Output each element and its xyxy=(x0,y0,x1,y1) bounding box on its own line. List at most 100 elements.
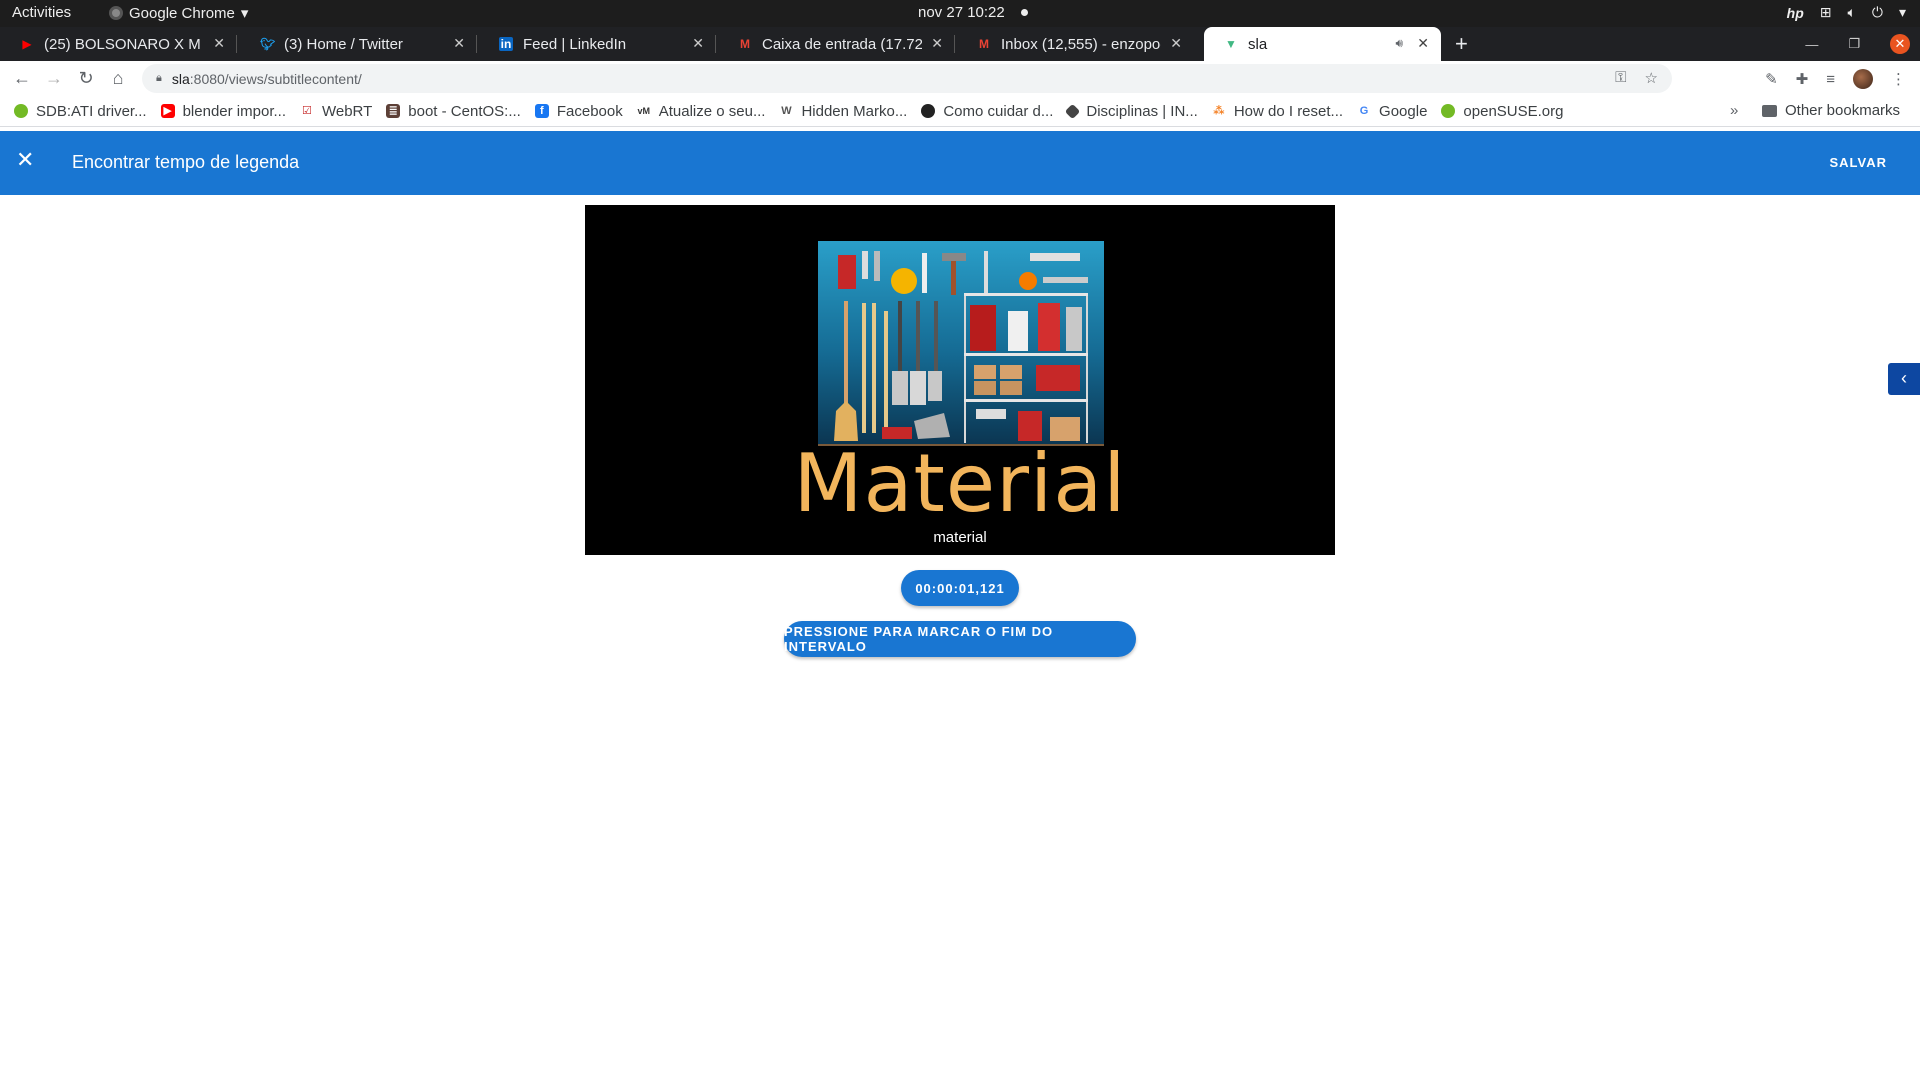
network-icon: ⊞ xyxy=(1819,4,1832,20)
bookmark-item[interactable]: vM Atualize o seu... xyxy=(637,102,766,120)
bookmark-label: openSUSE.org xyxy=(1463,102,1564,120)
new-tab-button[interactable]: + xyxy=(1455,31,1468,57)
app-menu[interactable]: Google Chrome ▾ xyxy=(109,4,248,22)
close-tab-icon[interactable]: ✕ xyxy=(931,35,943,52)
tab-title: Inbox (12,555) - enzopoet xyxy=(1001,35,1161,53)
page-title: Encontrar tempo de legenda xyxy=(72,152,300,172)
bookmark-item[interactable]: W Hidden Marko... xyxy=(779,103,907,120)
bookmarks-bar: SDB:ATI driver... ▶ blender impor... ☑ Web… xyxy=(0,96,1920,127)
bookmark-label: boot - CentOS:... xyxy=(408,102,521,120)
hp-icon: hp xyxy=(1786,4,1804,21)
bookmark-label: Disciplinas | IN... xyxy=(1086,102,1198,120)
stackexchange-icon: ⁂ xyxy=(1213,105,1225,117)
bookmark-item[interactable]: G Google xyxy=(1357,102,1428,120)
bookmark-item[interactable]: Disciplinas | IN... xyxy=(1065,102,1198,120)
close-tab-icon[interactable]: ✕ xyxy=(1170,35,1182,52)
forward-icon[interactable]: → xyxy=(38,68,70,89)
bookmark-item[interactable]: ☑ WebRT xyxy=(300,103,372,120)
browser-tab[interactable]: ▶ (25) BOLSONARO X M ✕ xyxy=(0,27,237,61)
address-bar[interactable]: 🔒︎ sla:8080/views/subtitlecontent/ ⚿ ☆ xyxy=(142,64,1672,93)
opensuse-icon xyxy=(14,104,28,118)
bookmark-item[interactable]: ≣ boot - CentOS:... xyxy=(386,103,521,120)
gmail-icon: M xyxy=(979,37,989,51)
tab-separator xyxy=(476,35,477,53)
vmware-icon: vM xyxy=(637,106,650,116)
bookmark-label: Atualize o seu... xyxy=(658,102,766,120)
chevron-left-icon[interactable]: ‹ xyxy=(1888,363,1920,395)
system-tray[interactable]: hp ⊞ 🔈︎ ⏻ ▾ xyxy=(1787,4,1906,21)
other-bookmarks[interactable]: Other bookmarks xyxy=(1762,102,1900,119)
tab-separator xyxy=(715,35,716,53)
window-controls: — ❐ ✕ xyxy=(1805,27,1920,61)
audio-playing-icon[interactable]: 🔊︎ xyxy=(1395,36,1403,51)
opensuse-icon xyxy=(1441,104,1456,118)
bookmark-item[interactable]: ⁂ How do I reset... xyxy=(1212,103,1343,120)
extensions-area: ✎ ✚ ≡ ⋮ xyxy=(1765,69,1906,89)
wikipedia-icon: W xyxy=(781,105,792,117)
bookmark-star-icon[interactable]: ☆ xyxy=(1645,69,1658,87)
bookmark-label: blender impor... xyxy=(182,102,286,120)
app-name: Google Chrome xyxy=(129,4,235,22)
home-icon[interactable]: ⌂ xyxy=(102,68,134,89)
bookmark-item[interactable]: ▶ blender impor... xyxy=(160,102,286,120)
video-title-word: Material xyxy=(793,437,1127,530)
url-host: sla xyxy=(171,70,190,87)
centos-icon: ≣ xyxy=(386,104,401,118)
key-icon[interactable]: ⚿ xyxy=(1615,69,1626,87)
tray-menu-arrow-icon: ▾ xyxy=(1898,4,1906,20)
mark-interval-end-button[interactable]: PRESSIONE PARA MARCAR O FIM DO INTERVALO xyxy=(784,621,1136,657)
app-toolbar: ✕ Encontrar tempo de legenda SALVAR xyxy=(0,131,1920,195)
window-close-icon[interactable]: ✕ xyxy=(1890,34,1910,54)
profile-avatar[interactable] xyxy=(1853,69,1873,89)
bookmark-label: SDB:ATI driver... xyxy=(36,102,147,120)
system-top-bar: Activities Google Chrome ▾ nov 27 10:22 … xyxy=(0,0,1920,27)
close-tab-icon[interactable]: ✕ xyxy=(213,35,225,52)
tab-separator xyxy=(954,35,955,53)
restore-icon[interactable]: ❐ xyxy=(1848,36,1860,52)
extension-icon[interactable]: ✎ xyxy=(1765,70,1778,88)
tools-illustration xyxy=(818,241,1104,446)
reload-icon[interactable]: ↻ xyxy=(70,68,102,89)
power-icon: ⏻ xyxy=(1871,4,1883,20)
bookmark-label: Google xyxy=(1379,102,1428,120)
youtube-icon: ▶ xyxy=(22,37,32,51)
save-button[interactable]: SALVAR xyxy=(1829,155,1887,170)
browser-tab[interactable]: 🐦︎ (3) Home / Twitter ✕ xyxy=(240,27,477,61)
puzzle-icon[interactable]: ✚ xyxy=(1796,70,1809,88)
minimize-icon[interactable]: — xyxy=(1805,37,1818,52)
url-path: :8080/views/subtitlecontent/ xyxy=(189,70,362,87)
tab-title: sla xyxy=(1248,35,1268,53)
close-tab-icon[interactable]: ✕ xyxy=(1417,35,1429,52)
bookmark-item[interactable]: f Facebook xyxy=(534,103,623,120)
lock-icon[interactable]: 🔒︎ xyxy=(156,72,162,85)
video-player[interactable]: Material material xyxy=(585,205,1335,555)
browser-tab-active[interactable]: ▼ sla 🔊︎ ✕ xyxy=(1204,27,1441,61)
media-controls-icon[interactable]: ≡ xyxy=(1826,71,1835,88)
more-bookmarks-icon[interactable]: » xyxy=(1730,102,1738,119)
close-tab-icon[interactable]: ✕ xyxy=(692,35,704,52)
subtitle-caption: material xyxy=(933,529,987,546)
browser-tab[interactable]: M Inbox (12,555) - enzopoet ✕ xyxy=(957,27,1194,61)
timestamp-chip[interactable]: 00:00:01,121 xyxy=(901,570,1019,606)
youtube-icon: ▶ xyxy=(160,104,175,118)
menu-kebab-icon[interactable]: ⋮ xyxy=(1891,70,1906,88)
close-icon[interactable]: ✕ xyxy=(16,149,34,171)
notification-dot-icon xyxy=(1020,9,1028,16)
tools-wall-image xyxy=(834,251,1088,443)
tab-title: (25) BOLSONARO X M xyxy=(44,35,201,53)
volume-icon: 🔈︎ xyxy=(1847,4,1856,20)
browser-tab[interactable]: in Feed | LinkedIn ✕ xyxy=(479,27,716,61)
tab-title: Feed | LinkedIn xyxy=(523,35,627,53)
close-tab-icon[interactable]: ✕ xyxy=(453,35,465,52)
activities-button[interactable]: Activities xyxy=(12,4,71,21)
bookmark-item[interactable]: openSUSE.org xyxy=(1441,102,1564,120)
bookmark-label: Hidden Marko... xyxy=(801,102,908,120)
bookmark-item[interactable]: Como cuidar d... xyxy=(921,103,1053,120)
bookmark-item[interactable]: SDB:ATI driver... xyxy=(14,103,147,120)
folder-icon xyxy=(1762,104,1777,117)
browser-tab[interactable]: M Caixa de entrada (17.720) ✕ xyxy=(718,27,955,61)
twitter-icon: 🐦︎ xyxy=(260,37,276,51)
clock[interactable]: nov 27 10:22 xyxy=(918,4,1028,21)
back-icon[interactable]: ← xyxy=(6,68,38,89)
tab-title: Caixa de entrada (17.720) xyxy=(762,35,922,53)
